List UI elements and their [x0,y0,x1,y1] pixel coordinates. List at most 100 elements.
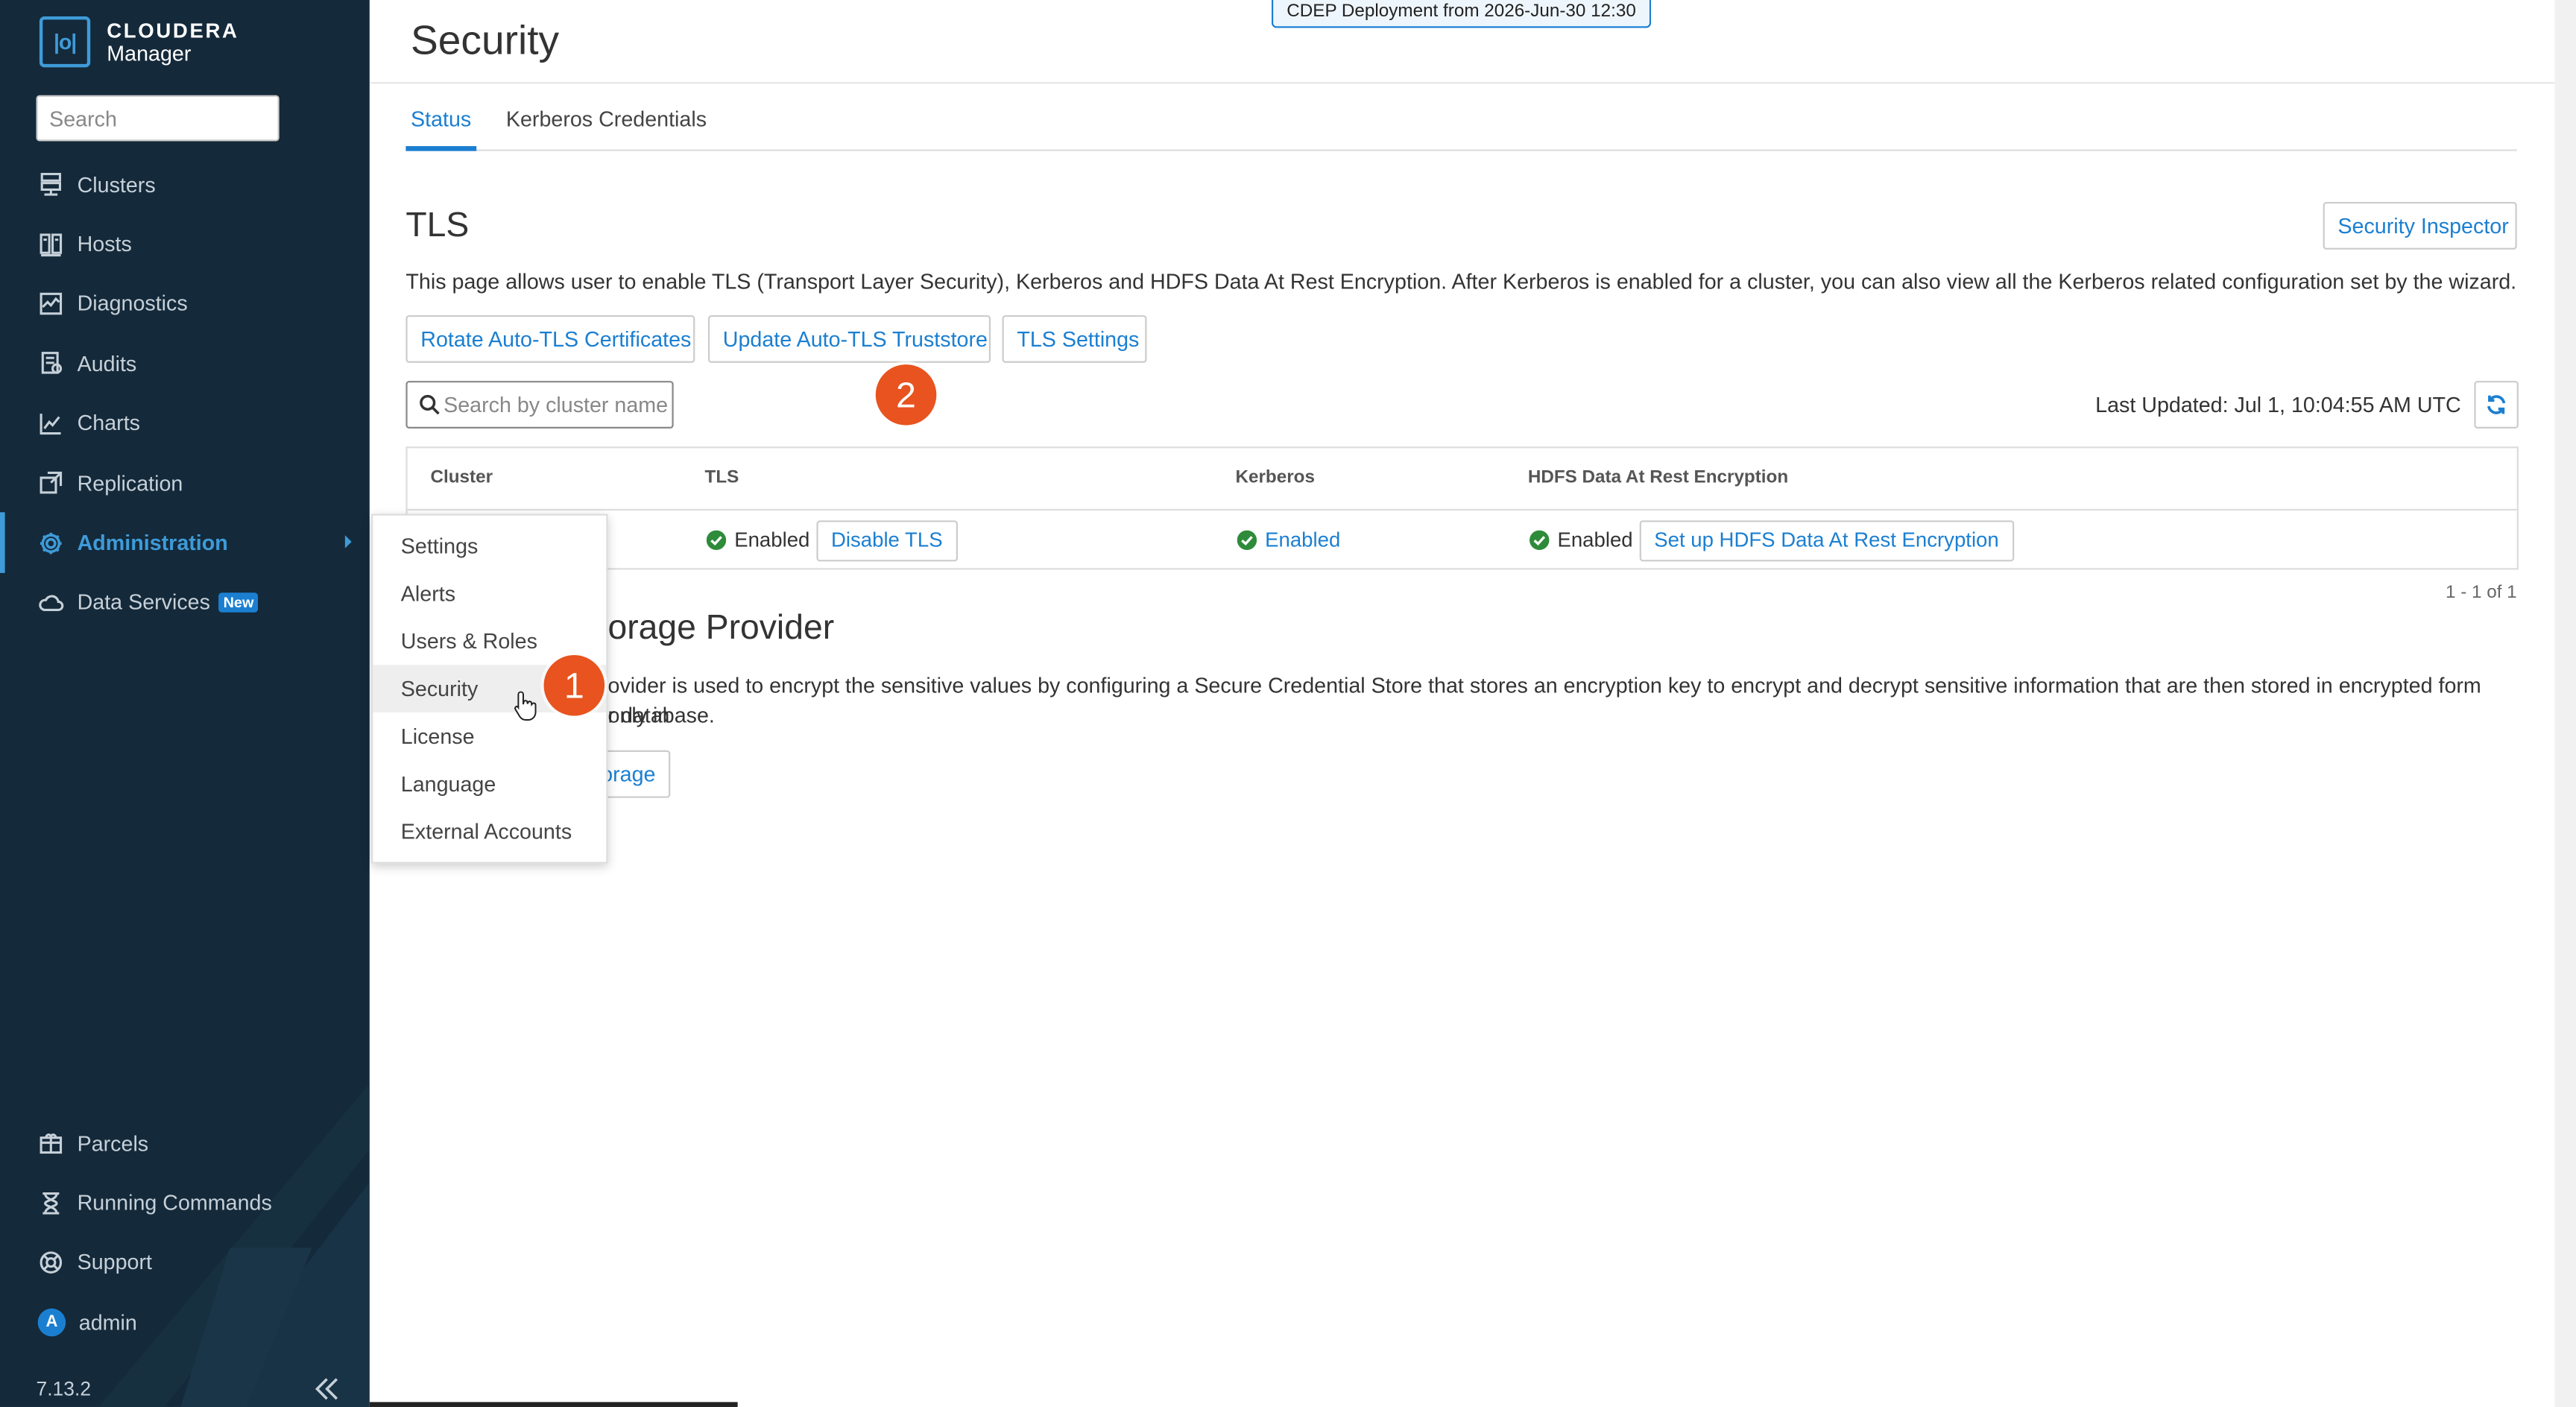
table-header: Cluster TLS Kerberos HDFS Data At Rest E… [407,448,2517,511]
sidebar-item-replication[interactable]: Replication [0,453,370,513]
column-header-hdfs[interactable]: HDFS Data At Rest Encryption [1528,468,1788,487]
diagnostics-icon [38,291,64,317]
column-header-tls[interactable]: TLS [705,468,739,487]
cluster-status-table: Cluster TLS Kerberos HDFS Data At Rest E… [405,446,2519,570]
sidebar-item-label: Parcels [77,1131,149,1156]
tls-cell: Enabled Disable TLS [706,510,958,569]
sidebar-item-label: Hosts [77,231,132,256]
charts-icon [38,410,64,436]
hdfs-status: Enabled [1557,528,1633,552]
step-marker-2: 2 [875,364,937,426]
column-header-cluster[interactable]: Cluster [430,468,493,487]
sidebar-item-data-services[interactable]: Data Services New [0,572,370,632]
table-pager: 1 - 1 of 1 [2445,583,2517,603]
tls-heading: TLS [405,206,470,245]
check-circle-icon [1530,530,1550,551]
brand-name: CLOUDERA [107,19,239,42]
cluster-search-input[interactable] [443,385,669,424]
sidebar-item-label: Replication [77,470,183,496]
avatar: A [37,1308,66,1336]
setup-hdfs-encryption-button[interactable]: Set up HDFS Data At Rest Encryption [1639,519,2014,561]
cloudera-logo-icon: |o| [39,16,91,68]
column-header-kerberos[interactable]: Kerberos [1235,468,1314,487]
server-icon [38,171,64,197]
replication-icon [38,469,64,496]
brand-product: Manager [107,39,192,66]
main-panel: Security CDEP Deployment from 2026-Jun-3… [369,0,2555,1407]
chevron-right-icon [344,535,352,549]
sidebar-item-support[interactable]: Support [0,1233,370,1292]
hand-cursor-icon [514,691,537,721]
refresh-icon [2487,395,2506,414]
hourglass-icon [38,1189,64,1215]
rotate-auto-tls-button[interactable]: Rotate Auto-TLS Certificates [405,314,695,363]
storage-provider-heading: orage Provider [607,609,835,647]
check-circle-icon [1237,530,1257,551]
sidebar-item-label: Administration [77,530,228,555]
new-badge: New [218,592,259,613]
kerberos-status-link[interactable]: Enabled [1265,528,1340,551]
sidebar-item-user[interactable]: A admin [0,1292,370,1352]
refresh-button[interactable] [2474,381,2519,429]
tab-status[interactable]: Status [411,107,471,131]
search-icon [420,394,440,415]
sidebar: |o| CLOUDERA Manager Clusters Hosts Diag… [0,0,370,1407]
update-auto-tls-truststore-button[interactable]: Update Auto-TLS Truststore [707,314,991,363]
sidebar-search-input[interactable] [36,95,280,142]
menu-item-license[interactable]: License [373,712,606,760]
sidebar-item-label: Running Commands [77,1190,272,1215]
sidebar-item-clusters[interactable]: Clusters [0,154,370,214]
tls-description: This page allows user to enable TLS (Tra… [405,269,2517,294]
gear-icon [38,530,64,556]
kerberos-cell: Enabled [1237,510,1340,569]
tls-settings-button[interactable]: TLS Settings [1002,314,1147,363]
sidebar-item-label: Diagnostics [77,291,188,317]
menu-item-settings[interactable]: Settings [373,522,606,570]
sidebar-item-running-commands[interactable]: Running Commands [0,1173,370,1233]
check-circle-icon [706,530,727,551]
menu-item-external-accounts[interactable]: External Accounts [373,808,606,856]
tls-status: Enabled [734,528,810,552]
table-row: Enabled Disable TLS Enabled Enabled Set … [408,510,2517,569]
last-updated-text: Last Updated: Jul 1, 10:04:55 AM UTC [2095,392,2461,417]
sidebar-item-administration[interactable]: Administration [0,513,370,574]
sidebar-item-charts[interactable]: Charts [0,393,370,453]
sidebar-item-parcels[interactable]: Parcels [0,1113,370,1173]
sidebar-item-label: Clusters [77,171,156,197]
cluster-search[interactable] [405,381,674,429]
disable-tls-button[interactable]: Disable TLS [816,519,958,561]
hosts-icon [38,231,64,257]
menu-item-language[interactable]: Language [373,760,606,808]
storage-description-line2: r database. [607,702,715,727]
app-logo[interactable]: |o| CLOUDERA Manager [39,16,239,68]
page-title: Security [411,18,560,64]
hdfs-cell: Enabled Set up HDFS Data At Rest Encrypt… [1530,510,2014,569]
sidebar-item-label: Charts [77,411,141,436]
vertical-scrollbar[interactable] [2554,0,2576,1407]
sidebar-bottom-nav: Parcels Running Commands Support A admin [0,1113,370,1353]
sidebar-item-audits[interactable]: Audits [0,334,370,393]
cloud-icon [38,589,64,616]
app-version: 7.13.2 [36,1377,92,1401]
sidebar-item-hosts[interactable]: Hosts [0,214,370,274]
bottom-edge-bar [369,1402,738,1407]
step-marker-1: 1 [543,654,605,716]
app-window: |o| CLOUDERA Manager Clusters Hosts Diag… [0,0,2576,1407]
sidebar-item-diagnostics[interactable]: Diagnostics [0,274,370,333]
tab-bar: Status Kerberos Credentials [405,83,2517,151]
deployment-banner[interactable]: CDEP Deployment from 2026-Jun-30 12:30 [1271,0,1652,28]
sidebar-item-label: Audits [77,351,137,376]
sidebar-nav: Clusters Hosts Diagnostics Audits Charts… [0,154,370,632]
security-inspector-button[interactable]: Security Inspector [2323,201,2517,250]
sidebar-item-label: admin [78,1309,137,1335]
collapse-sidebar-icon[interactable] [312,1376,342,1402]
page-content: Status Kerberos Credentials TLS Security… [369,83,2555,1407]
tab-kerberos-credentials[interactable]: Kerberos Credentials [506,107,707,131]
menu-item-alerts[interactable]: Alerts [373,569,606,617]
audits-icon [38,350,64,376]
sidebar-item-label: Support [77,1250,152,1275]
sidebar-item-label: Data Services [77,589,210,615]
page-header: Security CDEP Deployment from 2026-Jun-3… [369,0,2555,84]
active-tab-indicator [405,146,477,151]
lifebuoy-icon [38,1249,64,1275]
